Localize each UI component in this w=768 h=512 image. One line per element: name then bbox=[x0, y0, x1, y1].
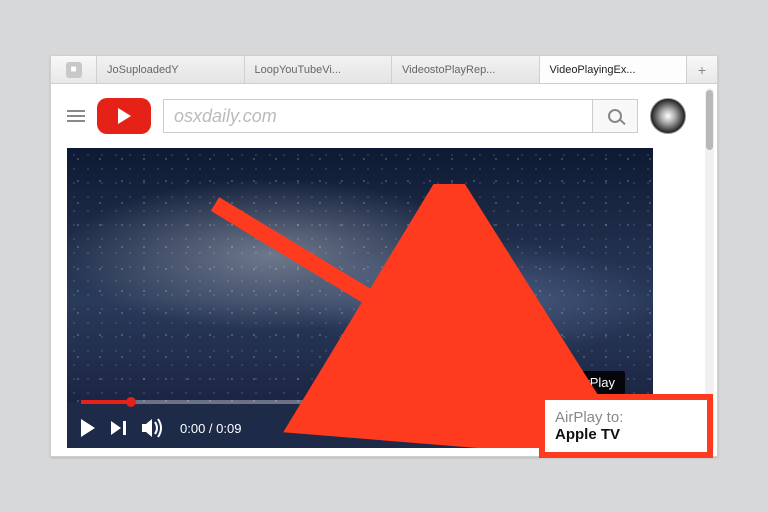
user-avatar[interactable] bbox=[650, 98, 686, 134]
tab-1[interactable]: LoopYouTubeVi... bbox=[245, 56, 393, 83]
tab-label: LoopYouTubeVi... bbox=[255, 64, 341, 76]
search-input[interactable] bbox=[163, 99, 592, 133]
volume-icon bbox=[142, 418, 164, 438]
progress-played bbox=[81, 400, 131, 404]
youtube-logo[interactable] bbox=[97, 98, 151, 134]
search-button[interactable] bbox=[592, 99, 638, 133]
new-tab-button[interactable]: + bbox=[687, 56, 717, 83]
next-button[interactable] bbox=[111, 421, 126, 435]
tab-label: JoSuploadedY bbox=[107, 64, 179, 76]
next-icon bbox=[111, 421, 126, 435]
play-triangle-icon bbox=[118, 108, 131, 124]
time-display: 0:00 / 0:09 bbox=[180, 421, 241, 436]
callout-line1: AirPlay to: bbox=[555, 409, 697, 426]
airplay-tooltip: AirPlay bbox=[564, 371, 625, 394]
pinned-tab[interactable]: ■ bbox=[51, 56, 97, 83]
tooltip-text: AirPlay bbox=[574, 375, 615, 390]
time-current: 0:00 bbox=[180, 421, 205, 436]
scrollbar-thumb[interactable] bbox=[706, 90, 713, 150]
search-bar bbox=[163, 99, 638, 133]
tab-0[interactable]: JoSuploadedY bbox=[97, 56, 245, 83]
tab-2[interactable]: VideostoPlayRep... bbox=[392, 56, 540, 83]
video-canvas[interactable] bbox=[67, 148, 653, 402]
tab-label: VideostoPlayRep... bbox=[402, 64, 495, 76]
tab-bar: ■ JoSuploadedY LoopYouTubeVi... Videosto… bbox=[51, 56, 717, 84]
tab-label: VideoPlayingEx... bbox=[550, 64, 636, 76]
callout-line2: Apple TV bbox=[555, 426, 697, 443]
play-icon bbox=[81, 419, 95, 437]
pinned-tab-icon: ■ bbox=[66, 62, 82, 78]
time-total: 0:09 bbox=[216, 421, 241, 436]
search-icon bbox=[608, 109, 622, 123]
airplay-callout: AirPlay to: Apple TV bbox=[539, 394, 713, 458]
play-button[interactable] bbox=[81, 419, 95, 437]
site-header bbox=[67, 94, 686, 138]
volume-button[interactable] bbox=[142, 418, 164, 438]
tab-3[interactable]: VideoPlayingEx... bbox=[540, 56, 688, 83]
progress-handle[interactable] bbox=[126, 397, 136, 407]
browser-window: ■ JoSuploadedY LoopYouTubeVi... Videosto… bbox=[50, 55, 718, 457]
plus-icon: + bbox=[698, 62, 706, 78]
hamburger-menu-icon[interactable] bbox=[67, 110, 85, 122]
